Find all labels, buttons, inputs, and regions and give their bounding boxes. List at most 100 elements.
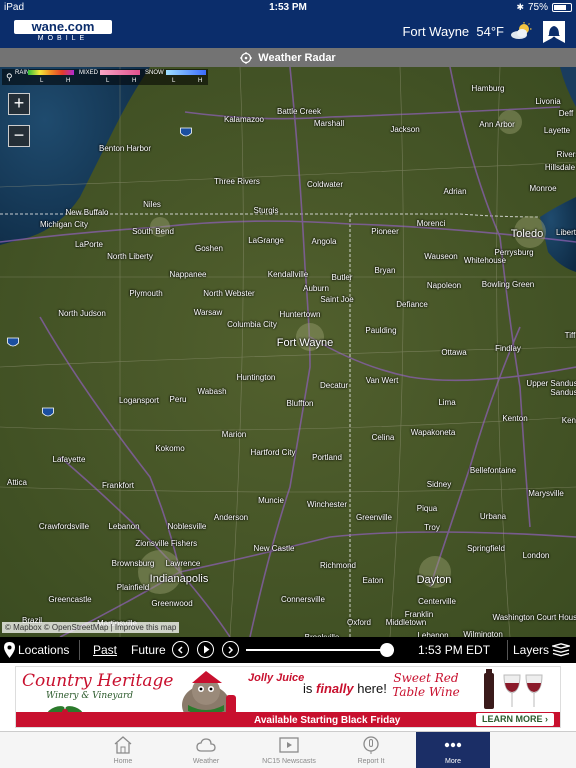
city-label: Rivers xyxy=(556,150,576,159)
city-label: Fishers xyxy=(170,539,198,548)
legend-h: H xyxy=(132,78,137,84)
layers-icon[interactable] xyxy=(552,643,570,657)
city-label: Deff xyxy=(558,109,574,118)
city-label: Saint Joe xyxy=(320,295,354,304)
city-label: New Buffalo xyxy=(65,208,109,217)
city-label: Anderson xyxy=(213,513,249,522)
divider xyxy=(79,640,80,660)
ad-finally: finally xyxy=(316,681,354,696)
tab-weather[interactable]: Weather xyxy=(165,732,247,768)
city-label: Kendallville xyxy=(267,270,309,279)
city-label: Toledo xyxy=(510,228,544,240)
city-label: Hillsdale xyxy=(544,163,576,172)
city-label: Marshall xyxy=(313,119,345,128)
city-label: Van Wert xyxy=(365,376,399,385)
city-label: Noblesville xyxy=(167,522,207,531)
city-label: Crawfordsville xyxy=(38,522,90,531)
city-label: Logansport xyxy=(118,396,160,405)
radar-timestamp: 1:53 PM EDT xyxy=(418,643,491,657)
ad-banner[interactable]: Country Heritage Winery & Vineyard Jolly… xyxy=(15,666,561,728)
crosshair-icon xyxy=(240,51,253,64)
city-label: London xyxy=(522,551,550,560)
tab-newscasts[interactable]: NC15 Newscasts xyxy=(248,732,330,768)
partly-cloudy-icon[interactable] xyxy=(510,22,532,40)
city-label: Sturgis xyxy=(253,206,279,215)
city-label: Wauseon xyxy=(424,252,458,261)
city-label: Eaton xyxy=(362,576,384,585)
radar-map[interactable]: Hamburg Livonia Battle Creek Kalamazoo Marsh… xyxy=(0,67,576,637)
zoom-in-button[interactable]: + xyxy=(8,93,30,115)
timeline-slider-track[interactable] xyxy=(246,649,394,651)
city-label: Zionsville xyxy=(135,539,169,548)
home-icon xyxy=(114,736,132,754)
city-label: Lawrence xyxy=(165,559,201,568)
city-label: Coldwater xyxy=(306,180,344,189)
tab-label: Home xyxy=(113,758,133,765)
logo-text: wane.com xyxy=(14,20,112,34)
ad-table-wine: Table Wine xyxy=(392,685,460,699)
city-label: Goshen xyxy=(194,244,224,253)
chevron-left-icon xyxy=(177,645,183,654)
bell-alert-icon[interactable] xyxy=(540,18,568,46)
map-attribution[interactable]: © Mapbox © OpenStreetMap | Improve this … xyxy=(2,622,180,633)
city-label: Richmond xyxy=(319,561,357,570)
city-label: Upper Sandusky xyxy=(526,379,576,388)
bluetooth-icon: ✱ xyxy=(516,2,524,12)
step-forward-button[interactable] xyxy=(222,641,239,658)
city-label: North Liberty xyxy=(107,252,153,261)
city-label: Battle Creek xyxy=(276,107,322,116)
location-pin-icon[interactable] xyxy=(4,642,15,658)
city-label: Pioneer xyxy=(371,227,399,236)
city-label: Wabash xyxy=(197,387,227,396)
radar-player-bar: Locations Past Future 1:53 PM EDT Layers xyxy=(0,637,576,663)
legend-l: L xyxy=(172,78,176,84)
city-label: Kent xyxy=(561,416,576,425)
city-label: New Castle xyxy=(253,544,295,553)
future-button[interactable]: Future xyxy=(131,643,166,657)
city-label: LaGrange xyxy=(248,236,284,245)
city-label: Plymouth xyxy=(129,289,163,298)
tab-label: Weather xyxy=(192,758,220,765)
tab-more[interactable]: More xyxy=(416,732,490,768)
logo-subtext: MOBILE xyxy=(37,35,89,42)
city-label: Three Rivers xyxy=(214,177,260,186)
city-label: Napoleon xyxy=(426,281,462,290)
city-label: Nappanee xyxy=(169,270,207,279)
wine-glasses-illustration xyxy=(484,669,543,709)
wane-logo[interactable]: wane.com MOBILE xyxy=(14,20,112,44)
city-label: Urbana xyxy=(479,512,507,521)
ad-container: Country Heritage Winery & Vineyard Jolly… xyxy=(0,663,576,731)
city-label: Dayton xyxy=(416,574,452,586)
timeline-slider-thumb[interactable] xyxy=(379,643,394,657)
play-button[interactable] xyxy=(197,641,214,658)
city-label: Greenville xyxy=(355,513,393,522)
past-button[interactable]: Past xyxy=(93,643,117,657)
city-label: Plainfield xyxy=(116,583,150,592)
city-label: Kenton xyxy=(502,414,528,423)
locations-button[interactable]: Locations xyxy=(18,643,69,657)
report-icon xyxy=(363,736,379,754)
city-label: Liberty xyxy=(555,228,576,237)
legend-pin-icon: ⚲ xyxy=(6,72,13,82)
city-label: Muncie xyxy=(258,496,284,505)
layers-button[interactable]: Layers xyxy=(513,643,549,657)
city-label: Livonia xyxy=(535,97,561,106)
legend-h: H xyxy=(198,78,203,84)
city-label: Winchester xyxy=(306,500,348,509)
city-label: Columbia City xyxy=(227,320,277,329)
location-name: Fort Wayne xyxy=(402,24,470,39)
legend-snow-label: SNOW xyxy=(145,70,164,76)
city-label: Connersville xyxy=(280,595,326,604)
city-label: Butler xyxy=(331,273,353,282)
step-back-button[interactable] xyxy=(172,641,189,658)
city-label: Jackson xyxy=(390,125,420,134)
zoom-out-button[interactable]: − xyxy=(8,125,30,147)
tab-home[interactable]: Home xyxy=(82,732,164,768)
current-location[interactable]: Fort Wayne 54°F xyxy=(402,24,504,39)
city-label: Hamburg xyxy=(471,84,505,93)
tab-report-it[interactable]: Report It xyxy=(330,732,412,768)
page-title: Weather Radar xyxy=(258,51,336,64)
city-label: Lima xyxy=(438,398,456,407)
ad-learn-more-button[interactable]: LEARN MORE › xyxy=(476,713,554,726)
cloud-icon xyxy=(196,738,216,752)
